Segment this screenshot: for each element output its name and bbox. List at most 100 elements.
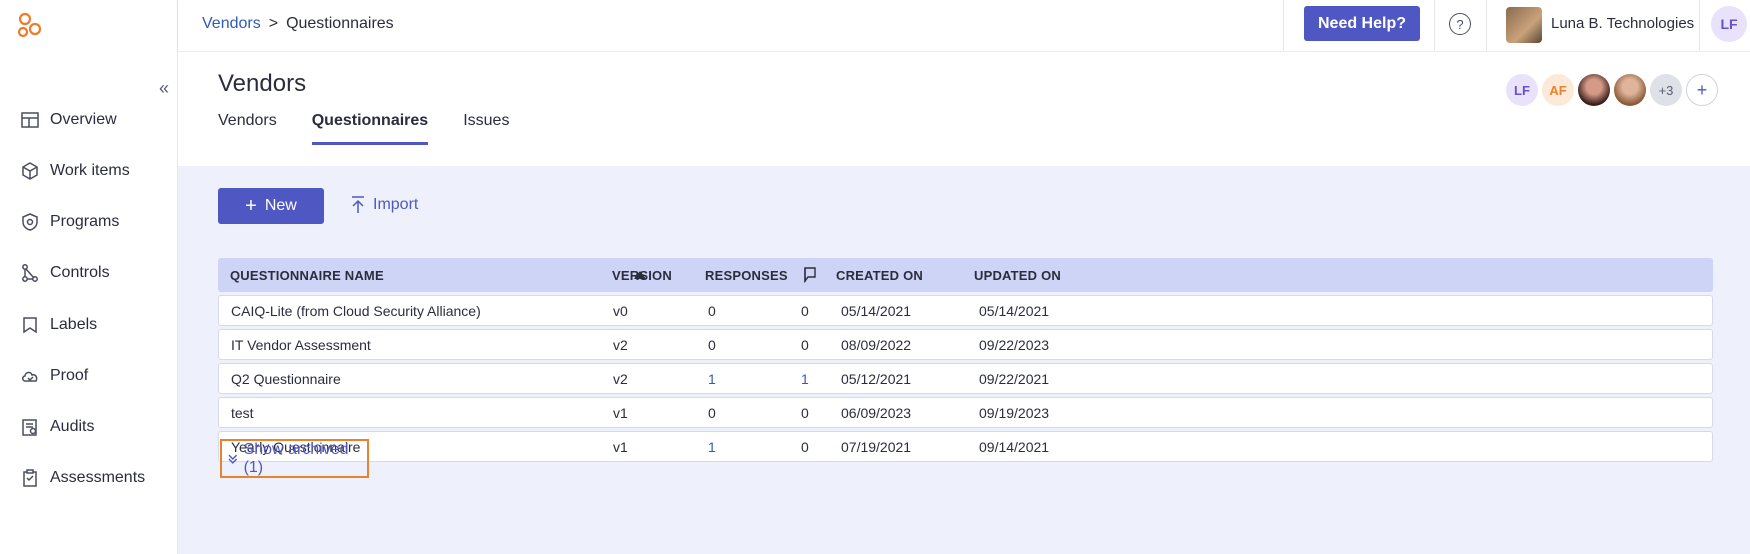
- sidebar-item-label: Proof: [50, 367, 89, 384]
- cell-version: v2: [613, 337, 628, 353]
- table-row[interactable]: Yearly Questionnaire v1 1 0 07/19/2021 0…: [218, 431, 1713, 462]
- import-button[interactable]: Import: [351, 196, 418, 214]
- cell-created: 05/12/2021: [841, 371, 912, 387]
- cell-updated: 09/22/2021: [979, 371, 1050, 387]
- divider: [1434, 0, 1435, 50]
- divider: [1699, 0, 1700, 50]
- cell-version: v1: [613, 439, 628, 455]
- shield-icon: [22, 213, 38, 231]
- org-avatar[interactable]: [1506, 7, 1542, 43]
- cell-name: IT Vendor Assessment: [231, 337, 371, 353]
- avatar[interactable]: AF: [1542, 74, 1574, 106]
- questionnaire-table: QUESTIONNAIRE NAME VERSION RESPONSES CRE…: [218, 258, 1713, 462]
- column-header-name[interactable]: QUESTIONNAIRE NAME: [230, 268, 384, 283]
- top-bar: Vendors > Questionnaires Need Help? ? Lu…: [178, 0, 1750, 52]
- sidebar-item-audits[interactable]: Audits: [20, 417, 94, 437]
- page-title: Vendors: [218, 70, 307, 97]
- cell-flags: 0: [801, 303, 809, 319]
- plus-icon: +: [245, 195, 257, 217]
- cell-flags: 0: [801, 337, 809, 353]
- sidebar-item-label: Overview: [50, 111, 117, 128]
- page-header: Vendors Vendors Questionnaires Issues LF…: [178, 52, 1750, 166]
- add-collaborator-button[interactable]: +: [1686, 74, 1718, 106]
- sidebar-item-label: Labels: [50, 316, 98, 333]
- cell-updated: 09/22/2023: [979, 337, 1050, 353]
- sidebar-item-label: Programs: [50, 213, 120, 230]
- column-header-created[interactable]: CREATED ON: [836, 268, 923, 283]
- clipboard-icon: [23, 469, 37, 487]
- sidebar: « Overview Work items Programs Controls …: [0, 0, 178, 554]
- need-help-button[interactable]: Need Help?: [1304, 6, 1420, 41]
- sidebar-item-overview[interactable]: Overview: [20, 110, 117, 130]
- cell-name: Q2 Questionnaire: [231, 371, 341, 387]
- sidebar-item-label: Assessments: [50, 469, 146, 486]
- breadcrumb-vendors-link[interactable]: Vendors: [202, 15, 261, 33]
- sidebar-item-proof[interactable]: Proof: [20, 366, 88, 386]
- table-row[interactable]: Q2 Questionnaire v2 1 1 05/12/2021 09/22…: [218, 363, 1713, 394]
- column-header-responses[interactable]: RESPONSES: [705, 268, 788, 283]
- tab-bar: Vendors Questionnaires Issues: [218, 112, 509, 145]
- sidebar-item-label: Controls: [50, 264, 110, 281]
- new-questionnaire-button[interactable]: + New: [218, 188, 324, 224]
- tab-questionnaires[interactable]: Questionnaires: [311, 112, 429, 145]
- sidebar-item-label: Audits: [50, 418, 95, 435]
- cell-version: v2: [613, 371, 628, 387]
- cell-responses: 0: [708, 337, 716, 353]
- overview-icon: [21, 112, 39, 128]
- org-name[interactable]: Luna B. Technologies: [1551, 15, 1694, 32]
- column-header-updated[interactable]: UPDATED ON: [974, 268, 1061, 283]
- cell-updated: 05/14/2021: [979, 303, 1050, 319]
- show-archived-label: Show archived (1): [243, 440, 349, 476]
- column-header-version[interactable]: VERSION: [612, 268, 672, 283]
- table-row[interactable]: CAIQ-Lite (from Cloud Security Alliance)…: [218, 295, 1713, 326]
- cell-responses-link[interactable]: 1: [708, 371, 716, 387]
- controls-icon: [22, 264, 38, 282]
- help-question-icon[interactable]: ?: [1449, 13, 1471, 35]
- cell-flags: 0: [801, 405, 809, 421]
- cell-version: v1: [613, 405, 628, 421]
- new-button-label: New: [264, 197, 297, 214]
- table-row[interactable]: test v1 0 0 06/09/2023 09/19/2023: [218, 397, 1713, 428]
- cell-name: test: [231, 405, 254, 421]
- cell-updated: 09/19/2023: [979, 405, 1050, 421]
- tab-issues[interactable]: Issues: [463, 112, 509, 145]
- breadcrumb-separator: >: [268, 15, 279, 32]
- avatar[interactable]: [1578, 74, 1610, 106]
- avatar[interactable]: LF: [1506, 74, 1538, 106]
- box-icon: [22, 162, 38, 180]
- breadcrumb-current: Questionnaires: [286, 15, 394, 32]
- cell-created: 07/19/2021: [841, 439, 912, 455]
- double-chevron-down-icon: [228, 454, 238, 464]
- audit-icon: [22, 419, 37, 436]
- cell-version: v0: [613, 303, 628, 319]
- cell-created: 05/14/2021: [841, 303, 912, 319]
- cell-created: 08/09/2022: [841, 337, 912, 353]
- import-button-label: Import: [373, 196, 419, 213]
- avatar-overflow-count[interactable]: +3: [1650, 74, 1682, 106]
- sidebar-item-label: Work items: [50, 162, 130, 179]
- cell-flags: 0: [801, 439, 809, 455]
- sidebar-item-work-items[interactable]: Work items: [20, 161, 130, 181]
- cell-created: 06/09/2023: [841, 405, 912, 421]
- breadcrumb: Vendors > Questionnaires: [202, 15, 394, 33]
- main-content: + New Import QUESTIONNAIRE NAME VERSION …: [178, 166, 1750, 554]
- flag-icon[interactable]: [803, 267, 817, 283]
- sidebar-item-assessments[interactable]: Assessments: [20, 468, 145, 488]
- divider: [1283, 0, 1284, 50]
- avatar[interactable]: [1614, 74, 1646, 106]
- collapse-sidebar-button[interactable]: «: [159, 78, 169, 99]
- collaborator-avatars: LF AF +3 +: [1506, 74, 1718, 106]
- sidebar-item-labels[interactable]: Labels: [20, 315, 97, 335]
- show-archived-button[interactable]: Show archived (1): [220, 439, 369, 478]
- sidebar-item-programs[interactable]: Programs: [20, 212, 119, 232]
- app-logo-icon[interactable]: [16, 12, 44, 40]
- sidebar-item-controls[interactable]: Controls: [20, 263, 110, 283]
- cell-responses-link[interactable]: 1: [708, 439, 716, 455]
- upload-icon: [352, 196, 364, 213]
- tab-vendors[interactable]: Vendors: [218, 112, 277, 145]
- cell-responses: 0: [708, 405, 716, 421]
- table-row[interactable]: IT Vendor Assessment v2 0 0 08/09/2022 0…: [218, 329, 1713, 360]
- user-avatar[interactable]: LF: [1711, 6, 1747, 42]
- cell-updated: 09/14/2021: [979, 439, 1050, 455]
- cell-flags-link[interactable]: 1: [801, 371, 809, 387]
